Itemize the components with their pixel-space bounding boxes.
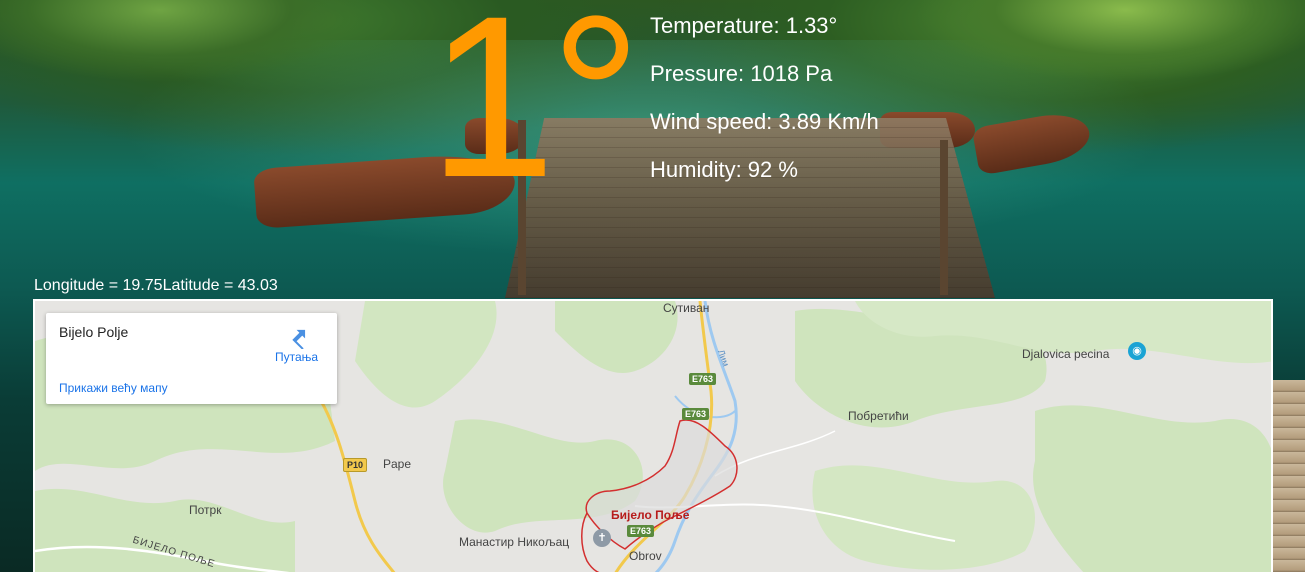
longitude-text: Longitude = 19.75 — [34, 277, 163, 294]
map-label: Pape — [383, 457, 412, 471]
map-label: Сутиван — [663, 301, 710, 315]
map-embed[interactable]: E763 E763 E763 P10 Сутиван Лим Djalovica… — [33, 299, 1273, 572]
map-label: Obrov — [629, 549, 662, 563]
humidity-text: Humidity: 92 % — [650, 157, 798, 182]
directions-link[interactable]: Путања — [275, 350, 318, 364]
city-label: Бијело Поље — [611, 508, 690, 522]
road-shield: P10 — [343, 458, 368, 472]
temperature-text: Temperature: 1.33° — [650, 13, 838, 38]
map-label: Манастир Никољац — [459, 535, 570, 549]
camera-poi-icon[interactable]: ◉ — [1128, 342, 1146, 360]
road-shield: E763 — [682, 408, 710, 420]
map-label: Потрк — [189, 503, 222, 517]
road-shield: E763 — [627, 525, 655, 537]
church-poi-icon[interactable]: ✝ — [593, 529, 611, 547]
view-larger-map-link[interactable]: Прикажи већу мапу — [59, 381, 168, 395]
map-info-card: Bijelo Polje Путања Прикажи већу мапу — [46, 313, 337, 404]
map-label: Побретићи — [848, 409, 909, 423]
directions-arrow-icon[interactable] — [286, 325, 310, 349]
big-temperature: 1° — [428, 0, 642, 225]
wind-speed-text: Wind speed: 3.89 Km/h — [650, 109, 879, 134]
latitude-text: Latitude = 43.03 — [162, 277, 278, 294]
weather-stats: Temperature: 1.33° Pressure: 1018 Pa Win… — [650, 14, 879, 206]
road-shield: E763 — [689, 373, 717, 385]
place-name: Bijelo Polje — [59, 324, 129, 340]
coordinates: Longitude = 19.75Latitude = 43.03 — [34, 277, 278, 295]
pressure-text: Pressure: 1018 Pa — [650, 61, 833, 86]
map-label: Djalovica pecina — [1022, 347, 1110, 361]
